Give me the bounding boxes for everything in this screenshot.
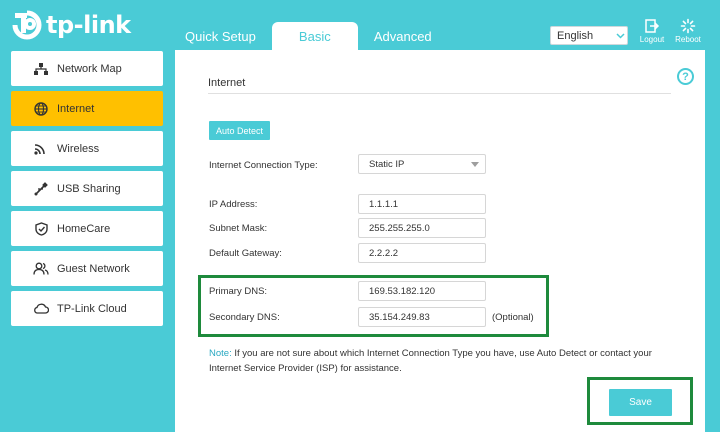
brand-name: tp-link — [46, 11, 131, 39]
cloud-icon — [29, 303, 53, 314]
usb-icon — [29, 181, 53, 196]
tab-advanced[interactable]: Advanced — [364, 22, 442, 50]
language-select[interactable]: English — [550, 26, 628, 45]
tp-link-logo-icon — [12, 10, 42, 40]
reboot-button[interactable]: Reboot — [671, 18, 705, 44]
chevron-down-icon — [613, 31, 627, 41]
dropdown-arrow-icon — [471, 161, 479, 167]
note-text: If you are not sure about which Internet… — [209, 348, 652, 374]
logout-label: Logout — [639, 35, 665, 44]
sidebar-item-label: HomeCare — [57, 222, 111, 235]
sidebar-item-label: USB Sharing — [57, 182, 121, 195]
connection-type-value: Static IP — [369, 158, 405, 170]
note-label: Note: — [209, 348, 232, 359]
secondary-dns-label: Secondary DNS: — [209, 312, 280, 323]
reboot-icon — [680, 18, 696, 34]
default-gateway-label: Default Gateway: — [209, 248, 282, 259]
primary-dns-field[interactable]: 169.53.182.120 — [358, 281, 486, 301]
page-title: Internet — [208, 77, 246, 89]
default-gateway-field[interactable]: 2.2.2.2 — [358, 243, 486, 263]
secondary-dns-field[interactable]: 35.154.249.83 — [358, 307, 486, 327]
save-button[interactable]: Save — [609, 389, 672, 416]
logout-icon — [645, 19, 660, 33]
help-icon[interactable]: ? — [677, 68, 694, 85]
connection-type-select[interactable]: Static IP — [358, 154, 486, 174]
tab-quick-setup[interactable]: Quick Setup — [175, 22, 266, 50]
network-map-icon — [29, 62, 53, 75]
sidebar-item-guest-network[interactable]: Guest Network — [11, 251, 163, 286]
globe-icon — [29, 101, 53, 116]
sidebar-item-homecare[interactable]: HomeCare — [11, 211, 163, 246]
help-note: Note: If you are not sure about which In… — [209, 346, 679, 376]
sidebar-item-label: TP-Link Cloud — [57, 302, 127, 315]
sidebar-item-tp-link-cloud[interactable]: TP-Link Cloud — [11, 291, 163, 326]
optional-hint: (Optional) — [492, 312, 534, 323]
subnet-mask-field[interactable]: 255.255.255.0 — [358, 218, 486, 238]
top-tabs: Quick Setup Basic Advanced — [175, 22, 442, 50]
sidebar-item-internet[interactable]: Internet — [11, 91, 163, 126]
language-value: English — [557, 29, 594, 42]
sidebar-item-label: Internet — [57, 102, 95, 115]
sidebar: Network Map Internet Wireless USB Sharin… — [11, 51, 163, 331]
internet-settings-panel: Internet ? Auto Detect Internet Connecti… — [175, 50, 705, 432]
shield-icon — [29, 221, 53, 236]
sidebar-item-network-map[interactable]: Network Map — [11, 51, 163, 86]
primary-dns-label: Primary DNS: — [209, 286, 268, 297]
wifi-icon — [29, 143, 53, 155]
ip-address-label: IP Address: — [209, 199, 258, 210]
sidebar-item-label: Network Map — [57, 62, 122, 75]
sidebar-item-label: Guest Network — [57, 262, 130, 275]
tp-link-logo: tp-link — [12, 10, 131, 40]
reboot-label: Reboot — [675, 35, 701, 44]
auto-detect-button[interactable]: Auto Detect — [209, 121, 270, 140]
connection-type-label: Internet Connection Type: — [209, 160, 318, 171]
tab-basic[interactable]: Basic — [271, 22, 358, 50]
ip-address-field[interactable]: 1.1.1.1 — [358, 194, 486, 214]
subnet-mask-label: Subnet Mask: — [209, 223, 268, 234]
logout-button[interactable]: Logout — [635, 18, 669, 44]
guests-icon — [29, 262, 53, 275]
sidebar-item-wireless[interactable]: Wireless — [11, 131, 163, 166]
title-divider — [208, 93, 671, 94]
sidebar-item-usb-sharing[interactable]: USB Sharing — [11, 171, 163, 206]
sidebar-item-label: Wireless — [57, 142, 100, 155]
